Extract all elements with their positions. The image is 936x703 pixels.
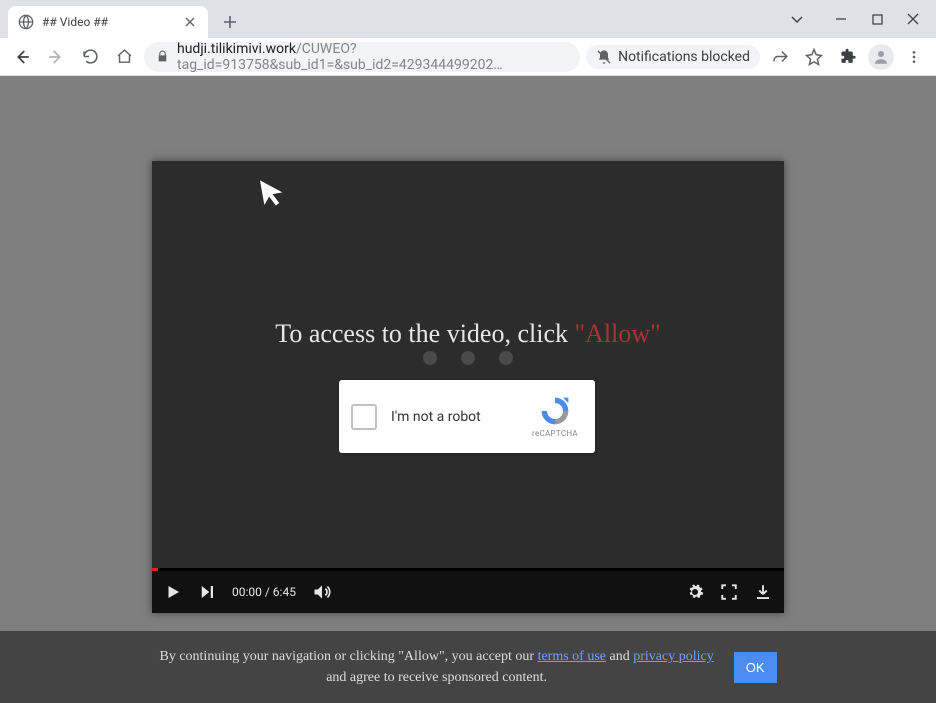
home-button[interactable]: [110, 43, 138, 71]
timecode: 00:00 / 6:45: [232, 585, 296, 599]
privacy-link[interactable]: privacy policy: [633, 649, 713, 664]
settings-button[interactable]: [686, 583, 704, 601]
new-tab-button[interactable]: [216, 8, 244, 36]
ok-button[interactable]: OK: [734, 652, 777, 683]
chevron-down-icon[interactable]: [790, 12, 804, 26]
consent-text: By continuing your navigation or clickin…: [159, 646, 713, 688]
notifications-blocked-chip[interactable]: Notifications blocked: [586, 45, 760, 69]
forward-button[interactable]: [42, 43, 70, 71]
recaptcha-label: I'm not a robot: [391, 409, 527, 425]
fullscreen-button[interactable]: [720, 583, 738, 601]
allow-word: "Allow": [575, 319, 661, 348]
url-text: hudji.tilikimivi.work/CUWEO?tag_id=91375…: [177, 41, 568, 73]
reload-button[interactable]: [76, 43, 104, 71]
download-button[interactable]: [754, 583, 772, 601]
browser-tab[interactable]: ## Video ##: [8, 6, 208, 38]
recaptcha-widget: I'm not a robot reCAPTCHA: [339, 380, 595, 453]
star-icon[interactable]: [800, 43, 828, 71]
recaptcha-checkbox[interactable]: [351, 404, 377, 430]
chip-label: Notifications blocked: [618, 49, 750, 65]
loader-dots: [423, 351, 513, 365]
globe-icon: [18, 14, 34, 30]
recaptcha-badge: reCAPTCHA: [527, 395, 583, 438]
share-icon[interactable]: [766, 43, 794, 71]
address-bar[interactable]: hudji.tilikimivi.work/CUWEO?tag_id=91375…: [144, 42, 580, 72]
titlebar: ## Video ##: [0, 0, 936, 38]
consent-banner: By continuing your navigation or clickin…: [0, 631, 936, 703]
window-controls: [780, 0, 932, 38]
profile-avatar[interactable]: [868, 44, 894, 70]
menu-icon[interactable]: [900, 43, 928, 71]
minimize-button[interactable]: [832, 10, 850, 28]
lock-icon: [156, 50, 169, 63]
tab-title: ## Video ##: [42, 15, 174, 29]
video-player: To access to the video, click "Allow" I'…: [152, 161, 784, 613]
terms-link[interactable]: terms of use: [538, 649, 606, 664]
volume-button[interactable]: [312, 582, 332, 602]
extensions-icon[interactable]: [834, 43, 862, 71]
tab-close-icon[interactable]: [182, 14, 198, 30]
play-button[interactable]: [164, 583, 182, 601]
recaptcha-logo-icon: [539, 395, 571, 427]
toolbar: hudji.tilikimivi.work/CUWEO?tag_id=91375…: [0, 38, 936, 76]
close-window-button[interactable]: [904, 10, 922, 28]
page-viewport: To access to the video, click "Allow" I'…: [0, 76, 936, 703]
cursor-icon: [257, 176, 287, 206]
back-button[interactable]: [8, 43, 36, 71]
player-message: To access to the video, click "Allow": [152, 319, 784, 349]
bell-off-icon: [596, 49, 612, 65]
player-controls: 00:00 / 6:45: [152, 571, 784, 613]
next-button[interactable]: [198, 583, 216, 601]
maximize-button[interactable]: [868, 10, 886, 28]
